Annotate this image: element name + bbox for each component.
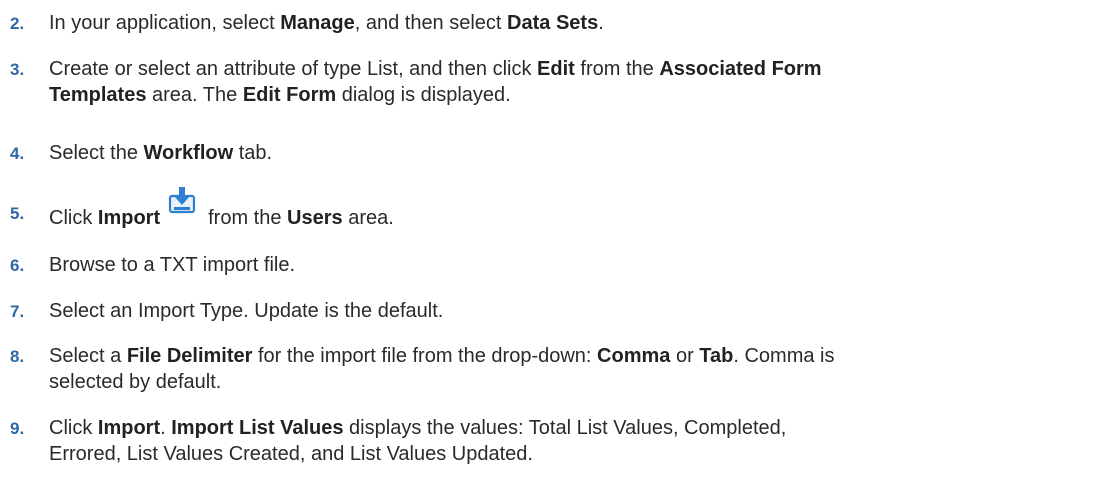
step-text: Click Import. Import List Values display…: [49, 417, 787, 465]
step-text: Create or select an attribute of type Li…: [49, 58, 822, 106]
step-text: In your application, select Manage, and …: [49, 12, 604, 34]
step-7: 7. Select an Import Type. Update is the …: [0, 298, 1116, 325]
step-number: 8.: [10, 347, 25, 366]
step-text: Browse to a TXT import file.: [49, 254, 296, 276]
step-8: 8. Select a File Delimiter for the impor…: [0, 343, 1116, 395]
step-2: 2. In your application, select Manage, a…: [0, 10, 1116, 37]
step-number: 6.: [10, 256, 25, 275]
step-3: 3. Create or select an attribute of type…: [0, 56, 1116, 108]
step-9: 9. Click Import. Import List Values disp…: [0, 415, 1116, 467]
step-number: 3.: [10, 60, 25, 79]
step-4: 4. Select the Workflow tab.: [0, 140, 1116, 167]
step-text: Select the Workflow tab.: [49, 142, 273, 164]
import-icon[interactable]: [168, 187, 198, 226]
step-text: Select a File Delimiter for the import f…: [49, 345, 835, 393]
step-number: 5.: [10, 204, 25, 223]
step-number: 9.: [10, 419, 25, 438]
step-text: Click Import from the Users area.: [49, 187, 1089, 231]
step-6: 6. Browse to a TXT import file.: [0, 252, 1116, 279]
step-number: 2.: [10, 14, 25, 33]
step-5: 5. Click Import from the Users area.: [0, 187, 1116, 231]
step-number: 4.: [10, 144, 25, 163]
step-number: 7.: [10, 302, 25, 321]
step-text: Select an Import Type. Update is the def…: [49, 300, 444, 322]
